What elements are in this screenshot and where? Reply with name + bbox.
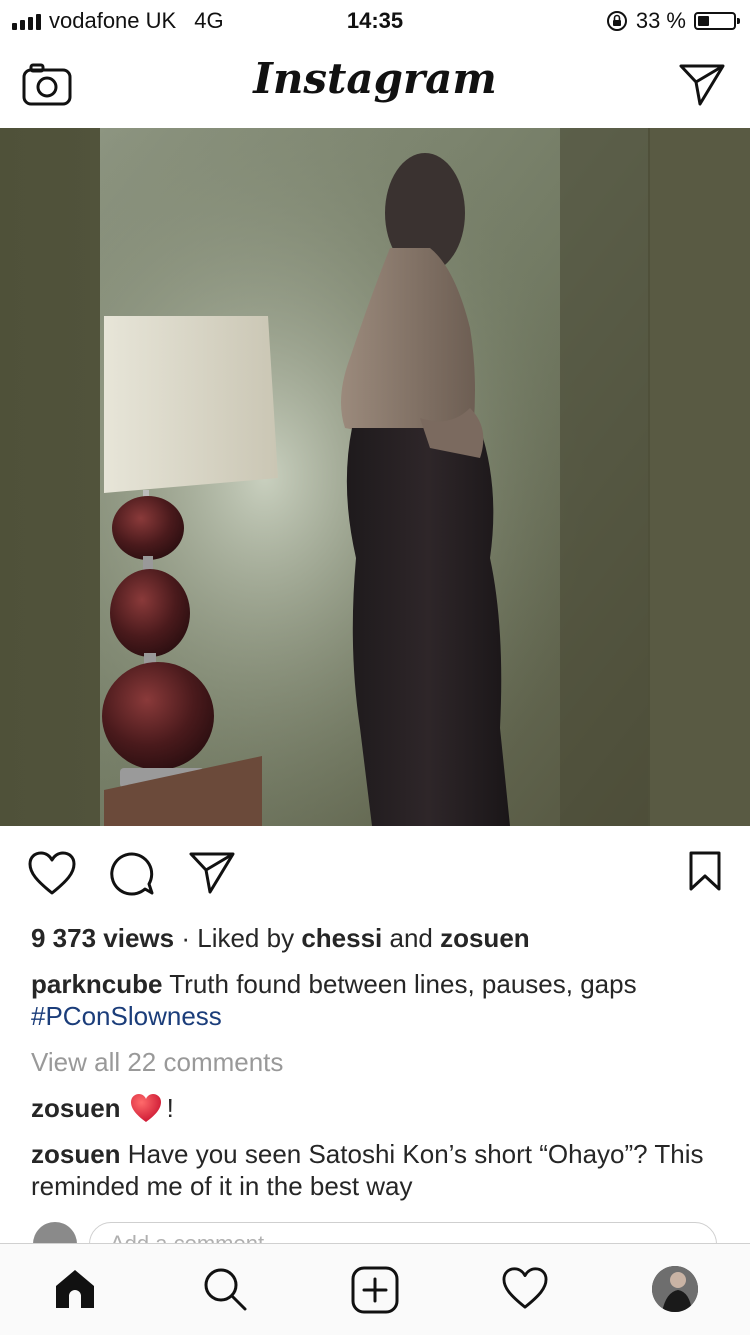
home-icon[interactable]: [52, 1266, 98, 1312]
post-caption: parkncube Truth found between lines, pau…: [31, 968, 721, 1032]
comment-icon[interactable]: [108, 850, 156, 898]
rotation-lock-icon: [606, 11, 627, 31]
view-all-comments-link[interactable]: View all 22 comments: [31, 1046, 283, 1078]
comment-username[interactable]: zosuen: [31, 1139, 121, 1169]
comment-row: zosuen !: [31, 1092, 174, 1124]
profile-avatar[interactable]: [652, 1266, 698, 1312]
caption-text: Truth found between lines, pauses, gaps: [162, 969, 637, 999]
battery-percent: 33 %: [635, 8, 686, 33]
direct-message-icon[interactable]: [678, 62, 726, 106]
comment-text: !: [166, 1093, 174, 1123]
share-icon[interactable]: [188, 850, 236, 896]
bottom-tab-bar: [0, 1243, 750, 1335]
caption-username[interactable]: parkncube: [31, 969, 163, 999]
add-comment-input[interactable]: Add a comment...: [89, 1222, 717, 1244]
comment-text: Have you seen Satoshi Kon’s short “Ohayo…: [31, 1139, 704, 1201]
top-navigation-bar: Instagram: [0, 40, 750, 129]
new-post-icon[interactable]: [351, 1266, 399, 1314]
liked-by-and: and: [382, 923, 441, 953]
liked-by-prefix: Liked by: [197, 923, 302, 953]
comment-row: zosuen Have you seen Satoshi Kon’s short…: [31, 1138, 721, 1202]
hashtag-link[interactable]: #PConSlowness: [31, 1000, 721, 1032]
search-icon[interactable]: [202, 1266, 248, 1312]
post-image[interactable]: [0, 128, 750, 826]
like-heart-icon[interactable]: [27, 850, 77, 896]
comment-username[interactable]: zosuen: [31, 1092, 121, 1124]
status-bar: vodafone UK 4G 14:35 33 %: [0, 0, 750, 40]
post-photo-scene: [0, 128, 750, 826]
liked-user-link[interactable]: chessi: [301, 923, 382, 953]
battery-icon: [694, 12, 740, 30]
red-heart-icon: [130, 1094, 161, 1122]
post-actions: [0, 826, 750, 922]
views-and-likes: 9 373 views · Liked by chessi and zosuen: [31, 922, 530, 954]
views-count[interactable]: 9 373 views: [31, 923, 174, 953]
activity-icon[interactable]: [501, 1266, 549, 1310]
status-right: 33 %: [606, 8, 740, 34]
profile-photo: [652, 1266, 698, 1312]
liked-user-link[interactable]: zosuen: [440, 923, 530, 953]
add-comment-row: Add a comment...: [31, 1222, 721, 1244]
separator: ·: [174, 923, 198, 953]
bookmark-icon[interactable]: [688, 850, 722, 892]
app-logo: Instagram: [253, 54, 497, 103]
avatar: [33, 1222, 77, 1244]
